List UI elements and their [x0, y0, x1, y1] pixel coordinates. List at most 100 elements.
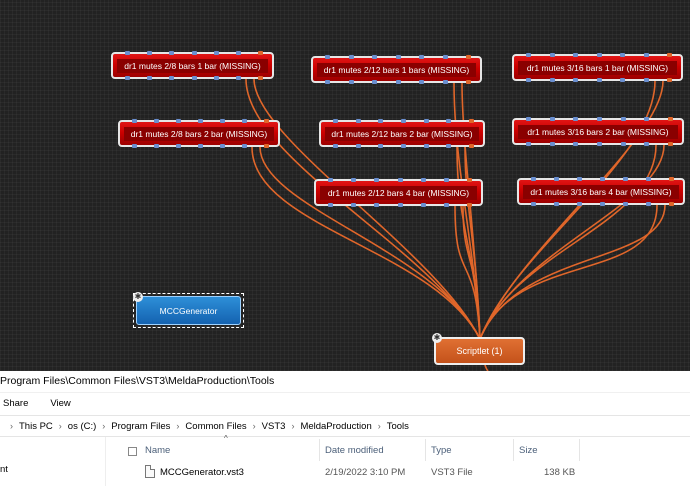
breadcrumb[interactable]: › This PC › os (C:) › Program Files › Co…	[0, 415, 690, 437]
port-top[interactable]	[549, 117, 555, 121]
breadcrumb-meldaproduction[interactable]: MeldaProduction	[300, 421, 371, 432]
plugin-node-5[interactable]: dr1 mutes 2/12 bars 2 bar (MISSING)	[319, 119, 485, 148]
port-bottom[interactable]	[420, 203, 426, 207]
chevron-right-icon[interactable]: ›	[291, 421, 294, 431]
port-bottom[interactable]	[401, 144, 406, 148]
port-top[interactable]	[191, 51, 197, 55]
port-bottom[interactable]	[466, 80, 471, 84]
port-top[interactable]	[176, 119, 181, 123]
port-top[interactable]	[235, 51, 241, 55]
port-top[interactable]	[395, 55, 401, 59]
chevron-right-icon[interactable]: ›	[253, 421, 256, 431]
port-bottom[interactable]	[372, 80, 377, 84]
port-top[interactable]	[325, 55, 330, 59]
port-bottom[interactable]	[333, 144, 338, 148]
plugin-node-4[interactable]: dr1 mutes 2/8 bars 2 bar (MISSING)	[118, 119, 280, 148]
port-bottom[interactable]	[242, 144, 247, 148]
port-top[interactable]	[264, 119, 269, 123]
port-top[interactable]	[419, 55, 424, 59]
plugin-node-6[interactable]: dr1 mutes 3/16 bars 2 bar (MISSING)	[512, 117, 684, 146]
port-bottom[interactable]	[531, 202, 536, 206]
connection-wire[interactable]	[251, 146, 481, 340]
port-bottom[interactable]	[467, 203, 472, 207]
port-top[interactable]	[132, 119, 137, 123]
port-bottom[interactable]	[154, 144, 159, 148]
port-top[interactable]	[623, 177, 628, 181]
port-top[interactable]	[258, 51, 263, 55]
port-top[interactable]	[355, 119, 361, 123]
port-bottom[interactable]	[526, 142, 531, 146]
plugin-node-2[interactable]: dr1 mutes 2/12 bars 1 bars (MISSING)	[311, 55, 482, 84]
port-bottom[interactable]	[620, 78, 625, 82]
port-top[interactable]	[374, 178, 380, 182]
port-bottom[interactable]	[191, 76, 197, 80]
port-bottom[interactable]	[397, 203, 403, 207]
port-bottom[interactable]	[176, 144, 181, 148]
port-bottom[interactable]	[374, 203, 380, 207]
chevron-right-icon[interactable]: ›	[102, 421, 105, 431]
port-bottom[interactable]	[597, 142, 602, 146]
breadcrumb-tools[interactable]: Tools	[387, 421, 409, 432]
port-bottom[interactable]	[669, 202, 674, 206]
port-bottom[interactable]	[469, 144, 474, 148]
table-row[interactable]: MCCGenerator.vst3 2/19/2022 3:10 PM VST3…	[106, 463, 690, 481]
port-bottom[interactable]	[623, 202, 628, 206]
port-top[interactable]	[620, 53, 625, 57]
plugin-node-8[interactable]: dr1 mutes 3/16 bars 4 bar (MISSING)	[517, 177, 685, 206]
port-bottom[interactable]	[328, 203, 333, 207]
port-top[interactable]	[577, 177, 582, 181]
port-bottom[interactable]	[351, 203, 357, 207]
port-top[interactable]	[526, 117, 531, 121]
port-bottom[interactable]	[132, 144, 137, 148]
port-bottom[interactable]	[600, 202, 605, 206]
breadcrumb-program-files[interactable]: Program Files	[111, 421, 170, 432]
port-bottom[interactable]	[446, 144, 452, 148]
port-top[interactable]	[669, 177, 674, 181]
port-top[interactable]	[531, 177, 536, 181]
column-header-size[interactable]: Size	[519, 445, 537, 456]
port-bottom[interactable]	[213, 76, 219, 80]
port-top[interactable]	[467, 178, 472, 182]
port-top[interactable]	[667, 53, 672, 57]
plugin-node-7[interactable]: dr1 mutes 2/12 bars 4 bar (MISSING)	[314, 178, 483, 207]
port-top[interactable]	[668, 117, 673, 121]
port-top[interactable]	[147, 51, 153, 55]
port-top[interactable]	[401, 119, 406, 123]
port-top[interactable]	[333, 119, 338, 123]
port-bottom[interactable]	[355, 144, 361, 148]
port-top[interactable]	[125, 51, 130, 55]
port-bottom[interactable]	[442, 80, 448, 84]
port-bottom[interactable]	[620, 142, 626, 146]
connection-wire[interactable]	[253, 78, 481, 340]
port-bottom[interactable]	[169, 76, 175, 80]
port-bottom[interactable]	[644, 142, 650, 146]
port-top[interactable]	[646, 177, 651, 181]
column-divider[interactable]	[425, 439, 426, 461]
port-top[interactable]	[372, 55, 377, 59]
port-bottom[interactable]	[419, 80, 424, 84]
port-bottom[interactable]	[125, 76, 130, 80]
port-bottom[interactable]	[549, 142, 555, 146]
port-top[interactable]	[643, 53, 649, 57]
plugin-graph-canvas[interactable]: dr1 mutes 2/8 bars 1 bar (MISSING) dr1 m…	[0, 0, 690, 371]
port-top[interactable]	[397, 178, 403, 182]
port-top[interactable]	[328, 178, 333, 182]
port-bottom[interactable]	[264, 144, 269, 148]
select-all-checkbox[interactable]	[128, 447, 137, 456]
tab-share[interactable]: Share	[3, 393, 28, 415]
breadcrumb-vst3[interactable]: VST3	[262, 421, 286, 432]
port-top[interactable]	[597, 117, 602, 121]
gear-icon[interactable]: ✱	[133, 292, 143, 302]
column-header-type[interactable]: Type	[431, 445, 452, 456]
port-bottom[interactable]	[577, 202, 582, 206]
chevron-right-icon[interactable]: ›	[378, 421, 381, 431]
connection-wire[interactable]	[479, 144, 657, 340]
port-top[interactable]	[198, 119, 203, 123]
port-bottom[interactable]	[646, 202, 651, 206]
port-top[interactable]	[446, 119, 452, 123]
port-bottom[interactable]	[258, 76, 263, 80]
port-top[interactable]	[596, 53, 602, 57]
port-bottom[interactable]	[235, 76, 241, 80]
chevron-right-icon[interactable]: ›	[10, 421, 13, 431]
port-bottom[interactable]	[526, 78, 531, 82]
